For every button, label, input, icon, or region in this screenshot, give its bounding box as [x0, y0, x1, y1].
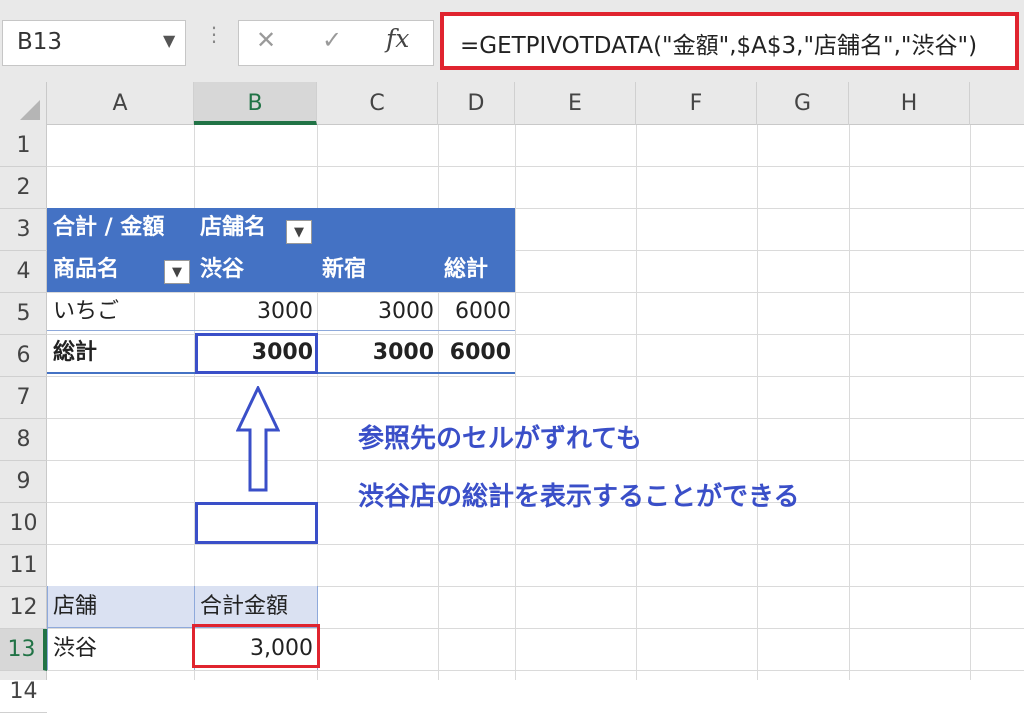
pivot-cell[interactable]: 3000 — [317, 292, 438, 332]
formula-input[interactable]: =GETPIVOTDATA("金額",$A$3,"店舗名","渋谷") — [440, 12, 1019, 70]
row-header-8[interactable]: 8 — [0, 419, 47, 461]
row-header-14[interactable]: 14 — [0, 671, 47, 713]
row-header-4[interactable]: 4 — [0, 251, 47, 293]
pivot-col-header[interactable]: 新宿 — [322, 250, 367, 290]
row-header-3[interactable]: 3 — [0, 209, 47, 251]
pivot-total-cell[interactable]: 3000 — [317, 333, 438, 373]
pivot-cell[interactable]: 3000 — [194, 292, 317, 332]
pivot-col-header[interactable]: 渋谷 — [200, 250, 245, 290]
selected-cell-b13[interactable] — [192, 624, 320, 668]
insert-function-icon[interactable]: fx — [386, 24, 409, 53]
callout-line-2: 渋谷店の総計を表示することができる — [358, 482, 800, 512]
more-options-icon[interactable]: ⋮ — [204, 22, 224, 46]
select-all-corner[interactable] — [0, 82, 47, 125]
column-header-a[interactable]: A — [47, 82, 194, 125]
lookup-border — [47, 586, 48, 670]
row-header-11[interactable]: 11 — [0, 545, 47, 587]
column-header-g[interactable]: G — [757, 82, 849, 125]
grid-line — [47, 544, 1024, 545]
column-header-b[interactable]: B — [194, 82, 317, 125]
row-header-7[interactable]: 7 — [0, 377, 47, 419]
pivot-column-field[interactable]: 店舗名 — [200, 208, 267, 248]
row-header-5[interactable]: 5 — [0, 293, 47, 335]
column-header-f[interactable]: F — [636, 82, 757, 125]
enter-icon[interactable]: ✓ — [322, 26, 342, 54]
name-box-value: B13 — [17, 29, 63, 55]
pivot-total-label[interactable]: 総計 — [53, 333, 97, 373]
row-header-2[interactable]: 2 — [0, 167, 47, 209]
row-header-6[interactable]: 6 — [0, 335, 47, 377]
pivot-col-header[interactable]: 総計 — [444, 250, 489, 290]
column-header-c[interactable]: C — [317, 82, 438, 125]
up-arrow-icon — [236, 386, 280, 492]
lookup-store-cell[interactable]: 渋谷 — [53, 629, 97, 669]
grid-line — [47, 460, 1024, 461]
shifted-cell-box — [195, 502, 318, 544]
column-header-d[interactable]: D — [438, 82, 515, 125]
pivot-value-label[interactable]: 合計 / 金額 — [53, 208, 165, 248]
row-header-12[interactable]: 12 — [0, 587, 47, 629]
row-header-10[interactable]: 10 — [0, 503, 47, 545]
lookup-header-total[interactable]: 合計金額 — [200, 587, 288, 627]
grid-line — [47, 670, 1024, 671]
column-header-h[interactable]: H — [849, 82, 970, 125]
name-box[interactable]: B13 ▼ — [2, 20, 186, 66]
filter-icon[interactable]: ▼ — [164, 260, 190, 284]
highlight-box — [195, 333, 318, 374]
select-all-icon — [20, 100, 40, 120]
row-header-9[interactable]: 9 — [0, 461, 47, 503]
lookup-header-store[interactable]: 店舗 — [53, 587, 97, 627]
dropdown-icon[interactable]: ▼ — [286, 220, 312, 244]
pivot-row-field[interactable]: 商品名 — [53, 250, 120, 290]
pivot-cell[interactable]: 6000 — [438, 292, 515, 332]
pivot-row-label[interactable]: いちご — [53, 292, 119, 332]
formula-text: =GETPIVOTDATA("金額",$A$3,"店舗名","渋谷") — [460, 33, 978, 59]
row-header-1[interactable]: 1 — [0, 125, 47, 167]
grid-line — [47, 376, 1024, 377]
grid-line — [47, 166, 1024, 167]
column-headers: A B C D E F G H — [0, 82, 1024, 125]
cancel-icon[interactable]: ✕ — [256, 26, 276, 54]
pivot-total-cell[interactable]: 6000 — [438, 333, 515, 373]
chevron-down-icon[interactable]: ▼ — [163, 31, 179, 50]
column-header-e[interactable]: E — [515, 82, 636, 125]
callout-line-1: 参照先のセルがずれても — [358, 424, 642, 454]
row-header-13[interactable]: 13 — [0, 629, 47, 671]
row-headers: 1 2 3 4 5 6 7 8 9 10 11 12 13 14 — [0, 125, 47, 713]
